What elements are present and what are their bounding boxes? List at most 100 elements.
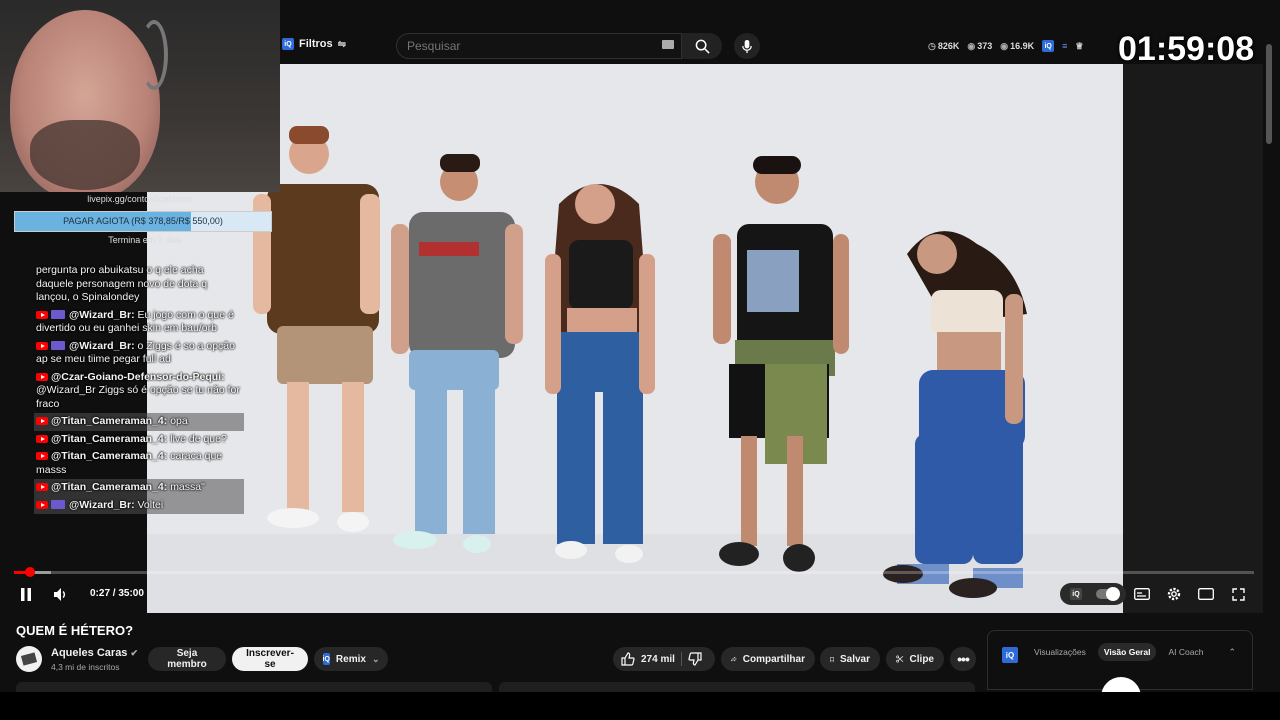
clip-label: Clipe — [909, 653, 934, 665]
member-badge-icon — [51, 500, 65, 510]
fullscreen-icon — [1231, 587, 1245, 601]
filters-label: Filtros — [299, 38, 333, 50]
recommendation-strip — [16, 682, 492, 692]
share-label: Compartilhar — [742, 653, 805, 665]
theater-mode-button[interactable] — [1197, 586, 1215, 602]
youtube-icon — [36, 341, 48, 350]
search-button[interactable] — [682, 33, 722, 59]
clock-icon: ◷ — [928, 40, 936, 51]
divider — [680, 652, 682, 666]
chat-text: Eu jogo com o que é divertido ou eu ganh… — [36, 308, 234, 335]
donation-goal-bar: PAGAR AGIOTA (R$ 378,85/R$ 550,00) — [14, 211, 272, 232]
stat-third: ◉ 16.9K — [1000, 40, 1035, 51]
pause-button[interactable] — [18, 586, 34, 602]
video-frame[interactable] — [147, 64, 1123, 613]
search-box[interactable] — [396, 33, 682, 59]
iq-icon: iQ — [322, 653, 330, 665]
chat-text: opa — [170, 415, 188, 427]
iq-extension-icon[interactable]: iQ — [1042, 40, 1055, 52]
channel-stats: ◷ 826K ◉ 373 ◉ 16.9K iQ ≡ ♕ — [928, 40, 1084, 52]
keyboard-icon[interactable] — [662, 40, 674, 49]
video-title: QUEM É HÉTERO? — [16, 623, 134, 638]
remix-button[interactable]: iQ Remix ⌄ — [314, 647, 388, 671]
recommendation-strip — [499, 682, 975, 692]
streamer-webcam — [0, 0, 280, 192]
chat-message: @Titan_Cameraman_4: opa — [34, 413, 244, 431]
stream-clock: 01:59:08 — [1118, 30, 1255, 68]
eye-icon: ◉ — [967, 40, 976, 51]
page-scrollbar[interactable] — [1265, 38, 1273, 678]
subscriber-count: 4,3 mi de inscritos — [51, 662, 120, 672]
donation-goal-text: PAGAR AGIOTA (R$ 378,85/R$ 550,00) — [63, 216, 223, 226]
chat-message: @Titan_Cameraman_4: caraca que masss — [34, 448, 244, 479]
scrollbar-thumb[interactable] — [1266, 44, 1272, 144]
member-badge-icon — [51, 341, 65, 351]
iq-player-toggle[interactable]: iQ — [1060, 583, 1126, 605]
chat-username: @Titan_Cameraman_4: — [51, 450, 168, 462]
more-icon: ••• — [957, 651, 970, 667]
like-dislike-group[interactable]: 274 mil — [613, 647, 715, 671]
subscribe-button[interactable]: Inscrever-se — [232, 647, 308, 671]
chat-text: Voltei — [137, 498, 164, 511]
chat-username: @Wizard_Br: — [69, 308, 135, 321]
iq-icon: iQ — [1070, 588, 1082, 600]
youtube-icon — [36, 434, 48, 443]
tab-visao-geral[interactable]: Visão Geral — [1097, 643, 1157, 661]
voice-search-button[interactable] — [734, 33, 760, 59]
chat-text: o Ziggs é so a opção ap se meu tiime peg… — [36, 339, 235, 366]
fullscreen-button[interactable] — [1229, 586, 1247, 602]
share-icon — [731, 656, 737, 662]
theater-icon — [1198, 588, 1214, 600]
chat-text: massa" — [170, 481, 205, 493]
save-button[interactable]: Salvar — [820, 647, 880, 671]
streamer-beard — [30, 120, 140, 190]
chat-username: @Titan_Cameraman_4: — [51, 432, 168, 445]
youtube-icon — [36, 500, 48, 509]
search-input[interactable] — [397, 34, 681, 58]
tab-visualizacoes[interactable]: Visualizações — [1028, 643, 1092, 661]
join-button[interactable]: Seja membro — [148, 647, 226, 671]
chat-overlay: pergunta pro abuikatsu o q ele acha daqu… — [34, 262, 244, 558]
iq-badge-icon: iQ — [282, 38, 294, 50]
chat-text: live de que? — [170, 432, 227, 445]
sliders-icon: ⇋ — [337, 38, 347, 50]
settings-button[interactable] — [1165, 585, 1183, 603]
remix-label: Remix — [335, 653, 366, 665]
iq-panel-icon[interactable]: iQ — [1002, 647, 1018, 663]
thumbs-up-icon[interactable] — [621, 652, 635, 666]
trophy-icon[interactable]: ♕ — [1075, 41, 1083, 52]
autoplay-toggle-icon[interactable] — [1096, 587, 1120, 601]
subtitles-button[interactable] — [1133, 586, 1151, 602]
video-scene — [147, 64, 1123, 613]
channel-name[interactable]: Aqueles Caras ✔ — [51, 647, 138, 659]
chat-message: @Czar-Goiano-Defensor-do-Pequi: @Wizard_… — [34, 369, 244, 414]
clip-button[interactable]: Clipe — [886, 647, 944, 671]
chat-message: @Titan_Cameraman_4: massa" — [34, 479, 244, 497]
channel-avatar[interactable] — [16, 646, 42, 672]
subtitles-icon — [1134, 588, 1150, 600]
microphone-icon — [742, 39, 752, 53]
youtube-icon — [36, 452, 48, 461]
like-count: 274 mil — [641, 653, 675, 665]
progress-scrubber[interactable] — [24, 567, 35, 577]
thumbs-down-icon[interactable] — [688, 652, 702, 666]
stat-watching: ◉ 373 — [967, 40, 993, 51]
share-button[interactable]: Compartilhar — [721, 647, 815, 671]
list-icon[interactable]: ≡ — [1062, 41, 1067, 51]
search-icon — [695, 39, 710, 54]
stat-views: ◷ 826K — [928, 40, 960, 51]
more-actions-button[interactable]: ••• — [950, 647, 976, 671]
time-display: 0:27 / 35:00 — [90, 588, 144, 599]
progress-bar[interactable] — [14, 567, 1254, 577]
volume-button[interactable] — [52, 586, 70, 602]
iq-side-panel: iQ Visualizações Visão Geral AI Coach ⌃ — [987, 630, 1253, 717]
chat-text: @Wizard_Br Ziggs só é opção se tu não fo… — [36, 384, 240, 410]
youtube-icon — [36, 372, 48, 381]
tab-ai-coach[interactable]: AI Coach — [1162, 643, 1209, 661]
verified-icon: ✔ — [130, 648, 139, 658]
chat-username: @Titan_Cameraman_4: — [51, 481, 168, 493]
scissors-icon — [896, 655, 904, 663]
collapse-icon[interactable]: ⌃ — [1228, 647, 1236, 658]
chevron-down-icon: ⌄ — [371, 653, 380, 664]
filters-button[interactable]: iQ Filtros ⇋ — [282, 38, 346, 50]
